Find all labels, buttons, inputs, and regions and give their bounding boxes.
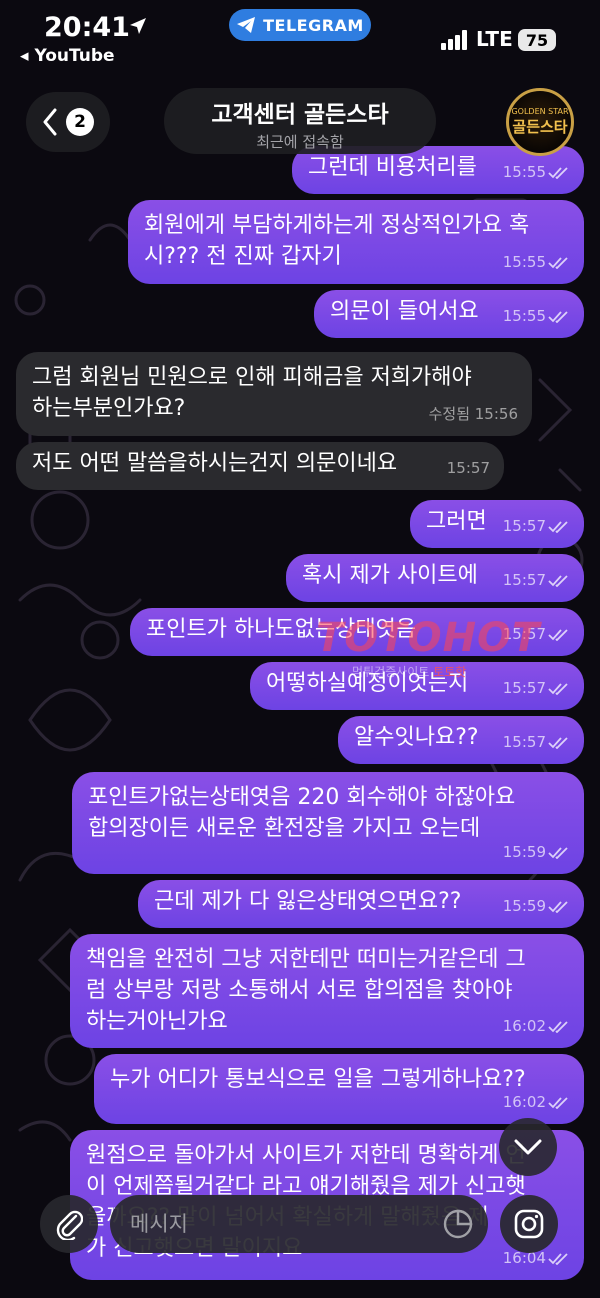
message-meta: 수정됨 15:56 (429, 399, 518, 430)
unread-count-badge: 2 (66, 108, 94, 136)
message-outgoing[interactable]: 회원에게 부담하게하는게 정상적인가요 혹 시??? 전 진짜 갑자기 15:5… (128, 200, 584, 284)
message-time: 15:57 (502, 733, 546, 751)
message-text: 포인트가없는상태엿음 220 회수해야 하잖아요 합의장이든 새로운 환전장을 … (88, 785, 516, 841)
message-outgoing[interactable]: 포인트가 하나도없는상태엿음 15:57 (130, 608, 584, 656)
read-check-icon (548, 574, 568, 587)
signal-bars-icon (441, 30, 467, 50)
message-meta: 15:57 (503, 511, 570, 542)
message-outgoing[interactable]: 책임을 완전히 그냥 저한테만 떠미는거같은데 그 럼 상부랑 저랑 소통해서 … (70, 934, 584, 1048)
camera-icon (514, 1209, 544, 1239)
camera-button[interactable] (500, 1195, 558, 1253)
attach-button[interactable] (40, 1195, 98, 1253)
message-time: 수정됨 15:56 (428, 405, 518, 423)
location-arrow-icon (130, 18, 146, 34)
message-meta: 15:59 (503, 837, 570, 868)
message-meta: 15:57 (447, 453, 490, 484)
message-text: 책임을 완전히 그냥 저한테만 떠미는거같은데 그 럼 상부랑 저랑 소통해서 … (86, 947, 526, 1034)
read-check-icon (548, 310, 568, 323)
message-time: 15:57 (446, 459, 490, 477)
read-check-icon (548, 520, 568, 533)
message-outgoing[interactable]: 근데 제가 다 잃은상태엿으면요?? 15:59 (138, 880, 584, 928)
read-check-icon (548, 846, 568, 859)
message-time: 16:02 (502, 1017, 546, 1035)
chat-last-seen: 최근에 접속함 (256, 133, 344, 151)
message-time: 15:57 (502, 625, 546, 643)
message-composer[interactable] (110, 1195, 488, 1253)
chevron-down-icon (514, 1139, 542, 1155)
message-time: 15:59 (502, 897, 546, 915)
message-outgoing[interactable]: 누가 어디가 통보식으로 일을 그렇게하나요?? 16:02 (94, 1054, 584, 1124)
message-outgoing[interactable]: 포인트가없는상태엿음 220 회수해야 하잖아요 합의장이든 새로운 환전장을 … (72, 772, 584, 874)
message-time: 15:55 (502, 307, 546, 325)
message-time: 16:02 (502, 1093, 546, 1111)
read-check-icon (548, 1020, 568, 1033)
message-time: 15:57 (502, 679, 546, 697)
message-time: 15:57 (502, 517, 546, 535)
message-text: 누가 어디가 통보식으로 일을 그렇게하나요?? (110, 1067, 526, 1092)
read-check-icon (548, 1096, 568, 1109)
message-meta: 15:55 (503, 301, 570, 332)
message-meta: 15:57 (503, 727, 570, 758)
back-to-app-link[interactable]: ◂ YouTube (20, 46, 115, 66)
network-type: LTE (476, 27, 513, 51)
message-meta: 15:55 (503, 157, 570, 188)
message-incoming[interactable]: 저도 어떤 말씀을하시는건지 의문이네요 15:57 (16, 442, 504, 490)
message-input[interactable] (130, 1205, 430, 1243)
battery-level: 75 (525, 30, 549, 50)
battery-icon: 75 (518, 29, 556, 51)
chat-title-bar[interactable]: 고객센터 골든스타 최근에 접속함 (164, 88, 436, 154)
telegram-label: TELEGRAM (263, 15, 364, 35)
read-check-icon (548, 1252, 568, 1265)
read-check-icon (548, 256, 568, 269)
read-check-icon (548, 736, 568, 749)
message-meta: 15:55 (503, 247, 570, 278)
paperclip-icon (56, 1210, 83, 1240)
status-bar: 20:41 ◂ YouTube TELEGRAM LTE 75 (0, 0, 600, 80)
message-time: 15:57 (502, 571, 546, 589)
message-time: 15:55 (502, 163, 546, 181)
status-time: 20:41 (44, 12, 130, 43)
message-outgoing[interactable]: 혹시 제가 사이트에 15:57 (286, 554, 584, 602)
telegram-pill[interactable]: TELEGRAM (229, 9, 371, 41)
telegram-icon (237, 17, 256, 33)
avatar[interactable]: GOLDEN STAR 골든스타 (506, 88, 574, 156)
message-list[interactable]: 그런데 비용처리를 15:55 회원에게 부담하게하는게 정상적인가요 혹 시?… (0, 0, 600, 1298)
avatar-logo-top: GOLDEN STAR (511, 107, 569, 116)
chevron-left-icon (43, 108, 57, 136)
message-outgoing[interactable]: 알수잇나요?? 15:57 (338, 716, 584, 764)
message-meta: 15:57 (503, 619, 570, 650)
read-check-icon (548, 166, 568, 179)
message-meta: 15:57 (503, 673, 570, 704)
message-outgoing[interactable]: 의문이 들어서요 15:55 (314, 290, 584, 338)
read-check-icon (548, 900, 568, 913)
avatar-logo-text: 골든스타 (512, 118, 568, 136)
message-outgoing[interactable]: 그러면 15:57 (410, 500, 584, 548)
chat-title: 고객센터 골든스타 (211, 102, 389, 128)
read-check-icon (548, 682, 568, 695)
scroll-down-button[interactable] (499, 1118, 557, 1176)
message-meta: 16:02 (503, 1087, 570, 1118)
read-check-icon (548, 628, 568, 641)
message-time: 15:59 (502, 843, 546, 861)
message-incoming[interactable]: 그럼 회원님 민원으로 인해 피해금을 저희가해야 하는부분인가요? 수정됨 1… (16, 352, 532, 436)
message-meta: 15:59 (503, 891, 570, 922)
message-outgoing[interactable]: 어떻하실예정이엇는지 15:57 (250, 662, 584, 710)
message-time: 15:55 (502, 253, 546, 271)
message-text: 저도 어떤 말씀을하시는건지 의문이네요 (32, 451, 398, 476)
message-meta: 16:02 (503, 1011, 570, 1042)
sticker-icon[interactable] (442, 1208, 474, 1240)
message-meta: 15:57 (503, 565, 570, 596)
back-button[interactable]: 2 (26, 92, 110, 152)
